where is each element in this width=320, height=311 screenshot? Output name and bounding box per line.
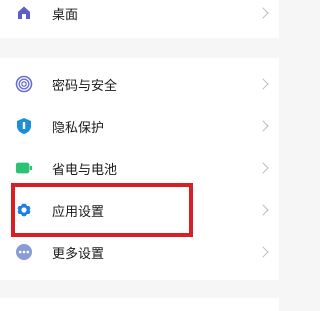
settings-item-app-settings[interactable]: 应用设置 bbox=[0, 189, 279, 231]
settings-item-privacy[interactable]: 隐私保护 bbox=[0, 105, 279, 147]
chevron-right-icon bbox=[257, 162, 269, 174]
settings-item-label: 桌面 bbox=[52, 7, 79, 23]
chevron-right-icon bbox=[257, 246, 269, 258]
chevron-right-icon bbox=[257, 78, 269, 90]
more-icon bbox=[15, 243, 33, 261]
home-icon bbox=[15, 4, 33, 22]
settings-item-desktop[interactable]: 桌面 bbox=[0, 0, 279, 34]
settings-item-battery[interactable]: 省电与电池 bbox=[0, 147, 279, 189]
fingerprint-icon bbox=[15, 75, 33, 93]
settings-item-label: 更多设置 bbox=[52, 246, 105, 262]
settings-item-label: 省电与电池 bbox=[52, 162, 118, 178]
settings-item-password-security[interactable]: 密码与安全 bbox=[0, 63, 279, 105]
settings-item-more[interactable]: 更多设置 bbox=[0, 231, 279, 273]
chevron-right-icon bbox=[257, 7, 269, 19]
settings-item-label: 密码与安全 bbox=[52, 78, 118, 94]
settings-item-label: 隐私保护 bbox=[52, 120, 105, 136]
chevron-right-icon bbox=[257, 204, 269, 216]
battery-icon bbox=[15, 159, 33, 177]
gear-icon bbox=[15, 201, 33, 219]
chevron-right-icon bbox=[257, 120, 269, 132]
shield-icon bbox=[15, 117, 33, 135]
settings-item-label: 应用设置 bbox=[52, 204, 105, 220]
settings-card-bottom bbox=[0, 298, 279, 311]
